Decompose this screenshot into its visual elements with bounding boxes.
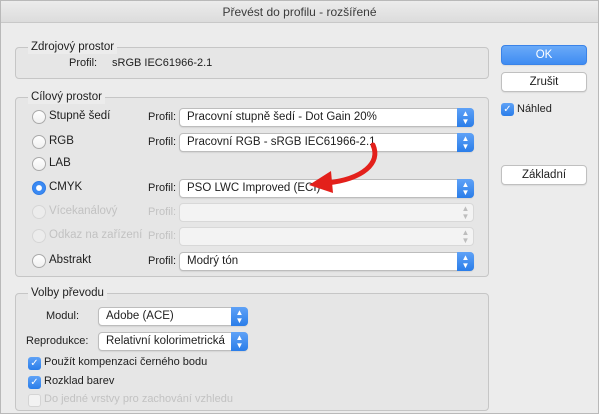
rgb-profile-label: Profil: <box>148 136 177 148</box>
grayscale-profile-label: Profil: <box>148 111 177 123</box>
source-space-legend: Zdrojový prostor <box>28 40 118 54</box>
radio-device-link-label: Odkaz na zařízení <box>49 229 143 241</box>
device-link-profile-label: Profil: <box>148 230 177 242</box>
source-profile-value: sRGB IEC61966-2.1 <box>112 57 213 69</box>
radio-cmyk-label: CMYK <box>49 181 83 193</box>
multichannel-profile-select[interactable]: ▲ ▼ <box>179 203 474 222</box>
chevron-updown-icon: ▲ ▼ <box>457 108 474 127</box>
radio-multichannel-label: Vícekanálový <box>49 205 118 217</box>
chevron-updown-icon: ▲ ▼ <box>231 307 248 326</box>
conversion-options-legend: Volby převodu <box>28 286 107 300</box>
source-profile-label: Profil: <box>69 57 98 69</box>
radio-cmyk[interactable] <box>32 181 46 195</box>
module-label: Modul: <box>46 310 80 322</box>
cancel-button[interactable]: Zrušit <box>501 72 587 92</box>
chevron-updown-icon: ▲ ▼ <box>461 204 470 221</box>
chevron-updown-icon: ▲ ▼ <box>231 332 248 351</box>
flatten-checkbox[interactable] <box>28 394 41 407</box>
intent-value: Relativní kolorimetrická <box>106 335 225 347</box>
preview-label: Náhled <box>517 103 552 115</box>
chevron-updown-icon: ▲ ▼ <box>457 252 474 271</box>
module-select[interactable]: Adobe (ACE) ▲ ▼ <box>98 307 248 326</box>
chevron-updown-icon: ▲ ▼ <box>457 133 474 152</box>
black-point-label: Použít kompenzaci černého bodu <box>44 356 208 368</box>
abstract-profile-label: Profil: <box>148 255 177 267</box>
radio-grayscale-label: Stupně šedí <box>49 110 111 122</box>
radio-device-link[interactable] <box>32 229 46 243</box>
radio-grayscale[interactable] <box>32 110 46 124</box>
convert-profile-dialog: Převést do profilu - rozšířené Zdrojový … <box>0 0 599 414</box>
dither-label: Rozklad barev <box>44 375 115 387</box>
multichannel-profile-label: Profil: <box>148 206 177 218</box>
radio-abstract[interactable] <box>32 254 46 268</box>
grayscale-profile-value: Pracovní stupně šedí - Dot Gain 20% <box>187 111 377 123</box>
chevron-updown-icon: ▲ ▼ <box>461 228 470 245</box>
source-space-group: Zdrojový prostor Profil: sRGB IEC61966-2… <box>15 40 489 79</box>
radio-rgb-label: RGB <box>49 135 74 147</box>
abstract-profile-select[interactable]: Modrý tón ▲ ▼ <box>179 252 474 271</box>
window-title: Převést do profilu - rozšířené <box>1 1 598 23</box>
target-space-group: Cílový prostor Stupně šedí Profil: Praco… <box>15 90 489 277</box>
grayscale-profile-select[interactable]: Pracovní stupně šedí - Dot Gain 20% ▲ ▼ <box>179 108 474 127</box>
module-value: Adobe (ACE) <box>106 310 174 322</box>
radio-lab-label: LAB <box>49 157 71 169</box>
intent-label: Reprodukce: <box>26 335 89 347</box>
conversion-options-group: Volby převodu Modul: Adobe (ACE) ▲ ▼ Repr… <box>15 286 489 411</box>
radio-multichannel[interactable] <box>32 205 46 219</box>
ok-button[interactable]: OK <box>501 45 587 65</box>
preview-checkbox[interactable]: ✓ <box>501 103 514 116</box>
radio-lab[interactable] <box>32 157 46 171</box>
device-link-profile-select[interactable]: ▲ ▼ <box>179 227 474 246</box>
radio-abstract-label: Abstrakt <box>49 254 92 266</box>
abstract-profile-value: Modrý tón <box>187 255 239 267</box>
basic-button[interactable]: Základní <box>501 165 587 185</box>
flatten-label: Do jedné vrstvy pro zachování vzhledu <box>44 393 233 405</box>
annotation-arrow-icon <box>309 142 378 193</box>
chevron-updown-icon: ▲ ▼ <box>457 179 474 198</box>
target-space-legend: Cílový prostor <box>28 90 105 104</box>
black-point-checkbox[interactable]: ✓ <box>28 357 41 370</box>
intent-select[interactable]: Relativní kolorimetrická ▲ ▼ <box>98 332 248 351</box>
cmyk-profile-label: Profil: <box>148 182 177 194</box>
dither-checkbox[interactable]: ✓ <box>28 376 41 389</box>
radio-rgb[interactable] <box>32 135 46 149</box>
